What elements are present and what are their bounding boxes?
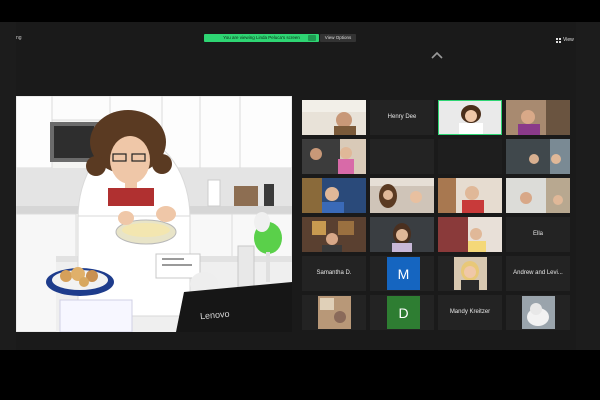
participant-tile[interactable]: Samantha D. [302,256,366,291]
share-status-badge [308,35,316,41]
participant-tile[interactable] [438,217,502,252]
participant-tile[interactable] [438,139,502,174]
participant-video [506,139,570,174]
bottom-letterbox [0,350,600,400]
participant-video [506,178,570,213]
zoom-window: ng You are viewing Linda Peluca's screen… [16,22,576,350]
participant-video [438,178,502,213]
participant-video [438,217,502,252]
participant-tile[interactable]: Andrew and Levi... [506,256,570,291]
participant-avatar: D [387,296,420,329]
participant-video [438,139,502,174]
participant-video [302,217,366,252]
participant-video [439,101,501,134]
participant-tile[interactable] [438,256,502,291]
participant-tile[interactable]: Ella [506,217,570,252]
top-letterbox [0,0,600,22]
active-speaker-tile[interactable] [438,100,502,135]
participant-avatar: M [387,257,420,290]
participant-tile[interactable] [302,217,366,252]
app-label: ng [16,35,22,41]
participant-tile[interactable] [302,295,366,330]
participant-tile[interactable] [370,217,434,252]
shared-screen-video: Lenovo [16,96,292,332]
view-button[interactable]: View [556,36,574,44]
participant-gallery: Henry Dee Ella Samantha D. M Andrew and … [300,100,572,336]
participant-tile[interactable] [370,178,434,213]
participant-tile[interactable]: Henry Dee [370,100,434,135]
participant-tile[interactable] [506,178,570,213]
participant-name: Henry Dee [387,114,417,121]
participant-tile[interactable] [506,295,570,330]
participant-name: Andrew and Levi... [513,270,563,277]
participant-video [506,295,570,330]
participant-video [370,178,434,213]
chevron-up-icon[interactable] [430,50,444,60]
participant-tile[interactable] [370,139,434,174]
participant-video [302,139,366,174]
participant-video [506,100,570,135]
meeting-top-bar: ng You are viewing Linda Peluca's screen… [16,22,576,48]
participant-tile[interactable]: D [370,295,434,330]
participant-tile[interactable] [506,139,570,174]
participant-name: Mandy Kreitzer [449,309,491,316]
participant-tile[interactable] [302,100,366,135]
participant-tile[interactable] [302,178,366,213]
participant-tile[interactable]: M [370,256,434,291]
participant-tile[interactable] [438,178,502,213]
view-options-button[interactable]: View Options [320,34,356,42]
gallery-grid-icon [556,37,561,43]
participant-tile[interactable] [506,100,570,135]
participant-name: Samantha D. [316,270,352,277]
participant-video [302,295,366,330]
participant-tile[interactable]: Mandy Kreitzer [438,295,502,330]
participant-name: Ella [532,231,543,238]
participant-tile[interactable] [302,139,366,174]
participant-video [370,217,434,252]
participant-video [438,256,502,291]
screen-share-banner: You are viewing Linda Peluca's screen [204,34,319,42]
kitchen-scene [16,96,292,332]
participant-video [302,178,366,213]
participant-video [302,100,366,135]
view-button-label: View [563,37,574,43]
